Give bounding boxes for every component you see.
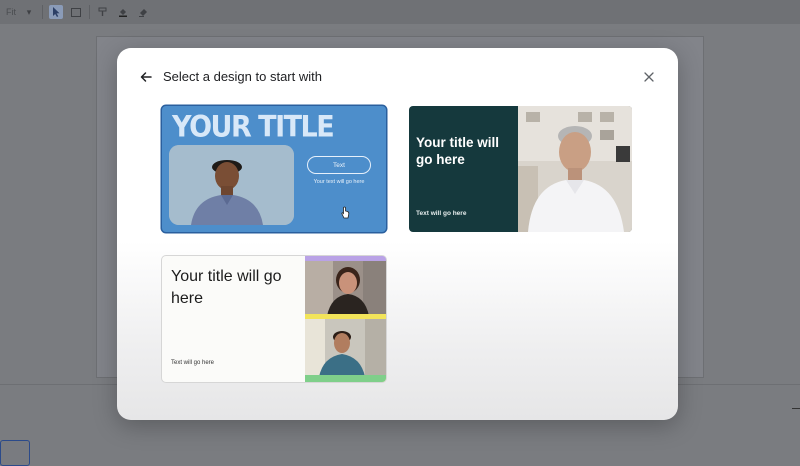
slide-thumbnail[interactable] <box>0 440 30 466</box>
close-button[interactable] <box>640 68 658 86</box>
chevron-down-icon[interactable]: ▾ <box>22 5 36 19</box>
photo-grid <box>305 256 386 382</box>
dialog-title: Select a design to start with <box>163 69 322 84</box>
paint-format-icon[interactable] <box>96 5 110 19</box>
arrow-back-icon <box>140 72 152 82</box>
dialog-header: Select a design to start with <box>117 48 678 104</box>
fill-color-icon[interactable] <box>116 5 130 19</box>
template-card-blue[interactable]: YOUR TITLE Text Your text will go here <box>162 106 386 232</box>
participant-photo <box>305 256 386 319</box>
eraser-icon[interactable] <box>136 5 150 19</box>
zoom-label[interactable]: Fit <box>6 7 16 17</box>
presenter-photo <box>518 106 632 232</box>
editor-toolbar: Fit ▾ <box>0 0 800 24</box>
template-title: Your title will go here <box>416 135 500 167</box>
scroll-marker <box>792 408 800 409</box>
close-icon <box>644 72 654 82</box>
template-title: YOUR TITLE <box>172 110 335 145</box>
design-picker-dialog: Select a design to start with YOUR TITLE… <box>117 48 678 420</box>
frame-tool-icon[interactable] <box>69 5 83 19</box>
participant-photo <box>305 319 386 382</box>
template-card-white[interactable]: Your title will go here Text will go her… <box>162 256 386 382</box>
text-button: Text <box>307 156 371 174</box>
toolbar-divider <box>42 5 43 19</box>
back-button[interactable] <box>137 68 155 86</box>
presenter-photo <box>169 145 294 225</box>
template-title: Your title will go here <box>171 268 282 307</box>
mouse-pointer-icon <box>341 206 350 219</box>
template-card-dark[interactable]: Your title will go here Text will go her… <box>409 106 632 232</box>
select-tool-icon[interactable] <box>49 5 63 19</box>
template-subtitle: Text will go here <box>171 360 215 366</box>
template-subtitle: Your text will go here <box>313 179 365 185</box>
toolbar-divider <box>89 5 90 19</box>
template-subtitle: Text will go here <box>416 210 467 217</box>
